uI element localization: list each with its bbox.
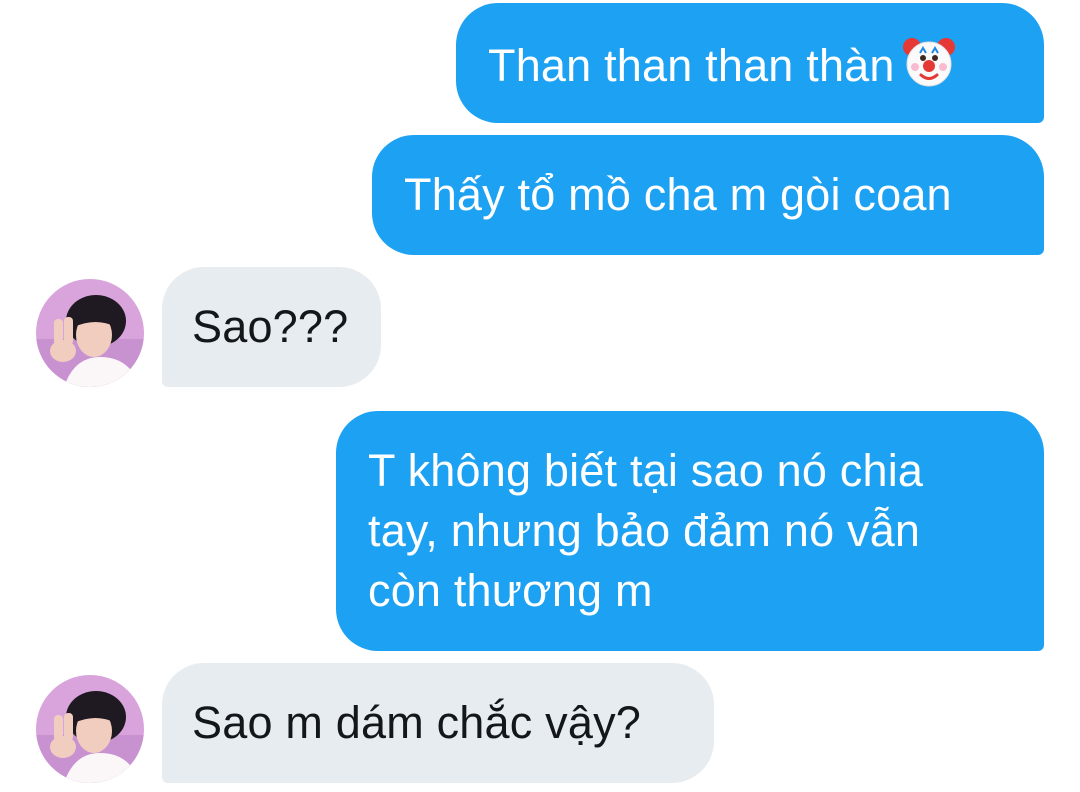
message-bubble-sent[interactable]: T không biết tại sao nó chia tay, nhưng … (336, 411, 1044, 651)
message-text: Sao m dám chắc vậy? (192, 697, 642, 748)
message-text: Sao??? (192, 301, 349, 352)
message-bubble-sent[interactable]: Thấy tổ mồ cha m gòi coan (372, 135, 1044, 255)
avatar[interactable] (36, 675, 144, 783)
message-text: Thấy tổ mồ cha m gòi coan (404, 169, 952, 220)
clown-face-icon (901, 33, 957, 104)
message-bubble-received[interactable]: Sao??? (162, 267, 381, 387)
message-bubble-received[interactable]: Sao m dám chắc vậy? (162, 663, 714, 783)
message-text: T không biết tại sao nó chia tay, nhưng … (368, 445, 924, 616)
message-text: Than than than thàn (488, 40, 895, 91)
avatar[interactable] (36, 279, 144, 387)
message-bubble-sent[interactable]: Than than than thàn (456, 3, 1044, 123)
